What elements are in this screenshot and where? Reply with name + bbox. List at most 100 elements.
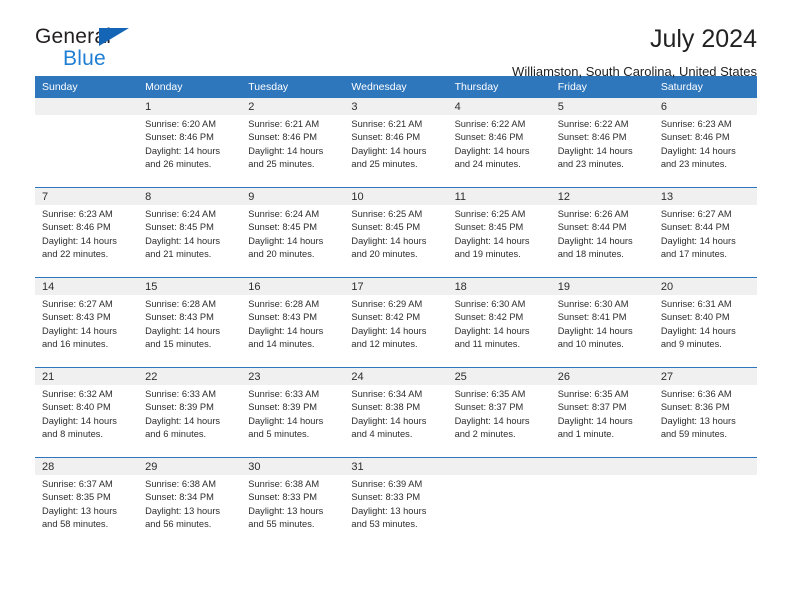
calendar-day-cell-empty (35, 98, 139, 188)
day-details: Sunrise: 6:39 AM Sunset: 8:33 PM Daylight:… (344, 475, 447, 532)
calendar-day-cell[interactable]: 12 Sunrise: 6:26 AM Sunset: 8:44 PM Dayligh… (550, 187, 654, 278)
calendar-day-cell[interactable]: 21 Sunrise: 6:32 AM Sunset: 8:40 PM Dayligh… (35, 367, 139, 458)
day-number: 3 (344, 98, 448, 115)
daylight-text-line1: Daylight: 14 hours (248, 325, 324, 336)
calendar-day-cell[interactable]: 16 Sunrise: 6:28 AM Sunset: 8:43 PM Dayligh… (241, 277, 345, 368)
daylight-text-line2: and 26 minutes. (145, 159, 212, 170)
weekday-header-wednesday: Wednesday (344, 76, 448, 98)
calendar-day-cell[interactable]: 30 Sunrise: 6:38 AM Sunset: 8:33 PM Dayligh… (241, 457, 345, 547)
sunset-text: Sunset: 8:34 PM (145, 492, 214, 503)
day-cell-content: 4 Sunrise: 6:22 AM Sunset: 8:46 PM Daylight… (447, 98, 551, 187)
day-details: Sunrise: 6:22 AM Sunset: 8:46 PM Daylight:… (551, 115, 654, 172)
calendar-day-cell[interactable]: 5 Sunrise: 6:22 AM Sunset: 8:46 PM Daylight… (550, 98, 654, 188)
day-cell-content: 2 Sunrise: 6:21 AM Sunset: 8:46 PM Daylight… (241, 98, 345, 187)
calendar-day-cell[interactable]: 22 Sunrise: 6:33 AM Sunset: 8:39 PM Dayligh… (138, 367, 242, 458)
weekday-header-friday: Friday (550, 76, 654, 98)
calendar-day-cell[interactable]: 2 Sunrise: 6:21 AM Sunset: 8:46 PM Daylight… (241, 98, 345, 188)
sunset-text: Sunset: 8:46 PM (660, 132, 730, 143)
sunset-text: Sunset: 8:39 PM (248, 402, 318, 413)
calendar-day-cell[interactable]: 9 Sunrise: 6:24 AM Sunset: 8:45 PM Daylight… (241, 187, 345, 278)
day-number: 2 (241, 98, 345, 115)
daylight-text-line2: and 19 minutes. (454, 249, 521, 260)
daylight-text-line2: and 14 minutes. (248, 339, 315, 350)
day-cell-content: 20 Sunrise: 6:31 AM Sunset: 8:40 PM Dayligh… (653, 278, 757, 367)
day-details: Sunrise: 6:34 AM Sunset: 8:38 PM Daylight:… (344, 385, 447, 442)
day-details: Sunrise: 6:37 AM Sunset: 8:35 PM Daylight:… (35, 475, 138, 532)
page-header: General Blue July 2024 Williamston, Sout… (35, 0, 757, 78)
day-number: 16 (241, 278, 345, 295)
calendar-day-cell[interactable]: 4 Sunrise: 6:22 AM Sunset: 8:46 PM Daylight… (447, 98, 551, 188)
sunrise-text: Sunrise: 6:27 AM (660, 209, 732, 219)
sunrise-text: Sunrise: 6:23 AM (660, 119, 732, 129)
sunset-text: Sunset: 8:46 PM (557, 132, 627, 143)
day-number: 31 (344, 458, 448, 475)
daylight-text-line2: and 16 minutes. (42, 339, 109, 350)
day-details: Sunrise: 6:25 AM Sunset: 8:45 PM Daylight:… (344, 205, 447, 262)
daylight-text-line1: Daylight: 14 hours (42, 325, 117, 336)
calendar-header-row: Sunday Monday Tuesday Wednesday Thursday Frid… (35, 76, 757, 98)
day-number: 6 (653, 98, 757, 115)
day-number (447, 458, 551, 475)
calendar-day-cell[interactable]: 8 Sunrise: 6:24 AM Sunset: 8:45 PM Daylight… (138, 187, 242, 278)
day-details: Sunrise: 6:33 AM Sunset: 8:39 PM Daylight:… (138, 385, 241, 442)
day-cell-content: 30 Sunrise: 6:38 AM Sunset: 8:33 PM Dayligh… (241, 458, 345, 547)
day-cell-content: 21 Sunrise: 6:32 AM Sunset: 8:40 PM Dayligh… (35, 368, 139, 457)
daylight-text-line2: and 8 minutes. (42, 429, 103, 440)
day-details: Sunrise: 6:28 AM Sunset: 8:43 PM Daylight:… (241, 295, 344, 352)
title-block: July 2024 Williamston, South Carolina, U… (512, 25, 757, 78)
calendar-day-cell[interactable]: 20 Sunrise: 6:31 AM Sunset: 8:40 PM Dayligh… (653, 277, 757, 368)
sunrise-text: Sunrise: 6:31 AM (660, 299, 732, 309)
calendar-day-cell[interactable]: 6 Sunrise: 6:23 AM Sunset: 8:46 PM Daylight… (653, 98, 757, 188)
page-title: July 2024 (649, 25, 757, 53)
day-cell-content: 31 Sunrise: 6:39 AM Sunset: 8:33 PM Dayligh… (344, 458, 448, 547)
day-cell-content: 12 Sunrise: 6:26 AM Sunset: 8:44 PM Dayligh… (550, 188, 654, 277)
calendar-day-cell[interactable]: 13 Sunrise: 6:27 AM Sunset: 8:44 PM Dayligh… (653, 187, 757, 278)
daylight-text-line2: and 9 minutes. (660, 339, 722, 350)
day-cell-content: 26 Sunrise: 6:35 AM Sunset: 8:37 PM Dayligh… (550, 368, 654, 457)
calendar-day-cell[interactable]: 7 Sunrise: 6:23 AM Sunset: 8:46 PM Daylight… (35, 187, 139, 278)
calendar-day-cell[interactable]: 31 Sunrise: 6:39 AM Sunset: 8:33 PM Dayligh… (344, 457, 448, 547)
sunrise-text: Sunrise: 6:29 AM (351, 299, 423, 309)
calendar-day-cell[interactable]: 24 Sunrise: 6:34 AM Sunset: 8:38 PM Dayligh… (344, 367, 448, 458)
sunset-text: Sunset: 8:35 PM (42, 492, 111, 503)
calendar-day-cell-empty (550, 457, 654, 547)
day-details: Sunrise: 6:27 AM Sunset: 8:44 PM Daylight:… (654, 205, 757, 262)
day-number: 28 (35, 458, 139, 475)
day-cell-content: 22 Sunrise: 6:33 AM Sunset: 8:39 PM Dayligh… (138, 368, 242, 457)
calendar-day-cell[interactable]: 29 Sunrise: 6:38 AM Sunset: 8:34 PM Dayligh… (138, 457, 242, 547)
day-cell-content (447, 458, 551, 547)
day-number: 30 (241, 458, 345, 475)
day-details: Sunrise: 6:35 AM Sunset: 8:37 PM Daylight:… (551, 385, 654, 442)
calendar-day-cell[interactable]: 17 Sunrise: 6:29 AM Sunset: 8:42 PM Dayligh… (344, 277, 448, 368)
sunset-text: Sunset: 8:42 PM (351, 312, 421, 323)
daylight-text-line1: Daylight: 14 hours (351, 415, 427, 426)
day-number: 4 (447, 98, 551, 115)
general-blue-logo[interactable]: General Blue (35, 26, 155, 78)
calendar-day-cell[interactable]: 11 Sunrise: 6:25 AM Sunset: 8:45 PM Dayligh… (447, 187, 551, 278)
sunrise-text: Sunrise: 6:39 AM (351, 479, 423, 489)
calendar-day-cell[interactable]: 25 Sunrise: 6:35 AM Sunset: 8:37 PM Dayligh… (447, 367, 551, 458)
calendar-day-cell[interactable]: 27 Sunrise: 6:36 AM Sunset: 8:36 PM Dayligh… (653, 367, 757, 458)
day-cell-content: 15 Sunrise: 6:28 AM Sunset: 8:43 PM Dayligh… (138, 278, 242, 367)
daylight-text-line1: Daylight: 13 hours (145, 505, 221, 516)
day-cell-content: 14 Sunrise: 6:27 AM Sunset: 8:43 PM Dayligh… (35, 278, 139, 367)
calendar-day-cell[interactable]: 14 Sunrise: 6:27 AM Sunset: 8:43 PM Dayligh… (35, 277, 139, 368)
day-details: Sunrise: 6:31 AM Sunset: 8:40 PM Daylight:… (654, 295, 757, 352)
calendar-day-cell[interactable]: 10 Sunrise: 6:25 AM Sunset: 8:45 PM Dayligh… (344, 187, 448, 278)
calendar-day-cell[interactable]: 1 Sunrise: 6:20 AM Sunset: 8:46 PM Daylight… (138, 98, 242, 188)
calendar-day-cell[interactable]: 3 Sunrise: 6:21 AM Sunset: 8:46 PM Daylight… (344, 98, 448, 188)
calendar-day-cell[interactable]: 28 Sunrise: 6:37 AM Sunset: 8:35 PM Dayligh… (35, 457, 139, 547)
day-cell-content: 24 Sunrise: 6:34 AM Sunset: 8:38 PM Dayligh… (344, 368, 448, 457)
day-cell-content: 11 Sunrise: 6:25 AM Sunset: 8:45 PM Dayligh… (447, 188, 551, 277)
sunrise-text: Sunrise: 6:22 AM (557, 119, 629, 129)
day-details: Sunrise: 6:30 AM Sunset: 8:41 PM Daylight:… (551, 295, 654, 352)
weekday-header-tuesday: Tuesday (241, 76, 345, 98)
day-number: 14 (35, 278, 139, 295)
calendar-day-cell[interactable]: 15 Sunrise: 6:28 AM Sunset: 8:43 PM Dayligh… (138, 277, 242, 368)
calendar-day-cell[interactable]: 19 Sunrise: 6:30 AM Sunset: 8:41 PM Dayligh… (550, 277, 654, 368)
calendar-day-cell[interactable]: 18 Sunrise: 6:30 AM Sunset: 8:42 PM Dayligh… (447, 277, 551, 368)
daylight-text-line2: and 23 minutes. (557, 159, 624, 170)
calendar-day-cell[interactable]: 23 Sunrise: 6:33 AM Sunset: 8:39 PM Dayligh… (241, 367, 345, 458)
calendar-day-cell[interactable]: 26 Sunrise: 6:35 AM Sunset: 8:37 PM Dayligh… (550, 367, 654, 458)
day-cell-content: 16 Sunrise: 6:28 AM Sunset: 8:43 PM Dayligh… (241, 278, 345, 367)
